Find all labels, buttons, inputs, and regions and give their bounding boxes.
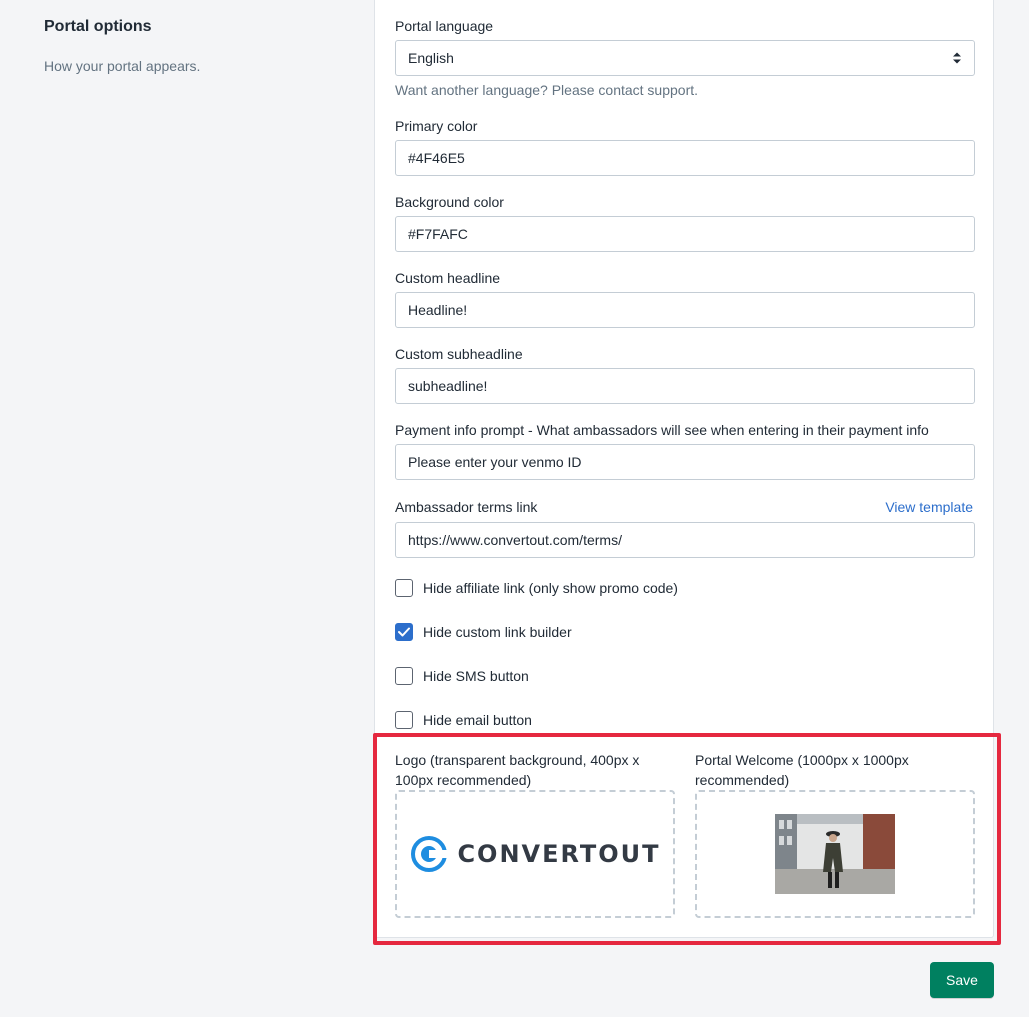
checkbox-unchecked-icon[interactable] (395, 711, 413, 729)
checkbox-unchecked-icon[interactable] (395, 579, 413, 597)
background-color-label: Background color (395, 194, 504, 210)
checkbox-unchecked-icon[interactable] (395, 667, 413, 685)
convertout-logo-icon (411, 836, 450, 872)
payment-prompt-input[interactable] (395, 444, 975, 480)
logo-text: CONVERTOUT (457, 840, 661, 868)
portal-language-label: Portal language (395, 18, 494, 34)
welcome-photo-icon (775, 814, 895, 894)
hide-affiliate-link-checkbox[interactable]: Hide affiliate link (only show promo cod… (395, 579, 678, 597)
checkmark-icon (398, 627, 410, 637)
custom-subheadline-input[interactable] (395, 368, 975, 404)
terms-link-label: Ambassador terms link (395, 499, 538, 515)
payment-prompt-label: Payment info prompt - What ambassadors w… (395, 422, 929, 438)
section-title: Portal options (44, 18, 152, 35)
primary-color-label: Primary color (395, 118, 478, 134)
save-button[interactable]: Save (930, 962, 994, 998)
primary-color-input[interactable] (395, 140, 975, 176)
hide-sms-button-checkbox[interactable]: Hide SMS button (395, 667, 529, 685)
select-arrows-icon (953, 52, 961, 64)
checkbox-label: Hide custom link builder (423, 624, 572, 640)
checkbox-checked-icon[interactable] (395, 623, 413, 641)
portal-options-card: Portal language English Want another lan… (374, 0, 994, 938)
checkbox-label: Hide affiliate link (only show promo cod… (423, 580, 678, 596)
view-template-link[interactable]: View template (885, 498, 973, 516)
terms-link-input[interactable] (395, 522, 975, 558)
convertout-logo: CONVERTOUT (409, 834, 660, 874)
welcome-upload-label: Portal Welcome (1000px x 1000px recommen… (695, 752, 909, 788)
portal-language-value: English (408, 50, 454, 66)
logo-upload-label: Logo (transparent background, 400px x 10… (395, 752, 640, 788)
welcome-image-thumbnail (775, 814, 895, 894)
language-help-text: Want another language? Please contact su… (395, 82, 699, 98)
checkbox-label: Hide email button (423, 712, 532, 728)
logo-dropzone[interactable]: CONVERTOUT (395, 790, 675, 918)
hide-custom-link-builder-checkbox[interactable]: Hide custom link builder (395, 623, 572, 641)
custom-headline-label: Custom headline (395, 270, 501, 286)
custom-headline-input[interactable] (395, 292, 975, 328)
portal-language-select[interactable]: English (395, 40, 975, 76)
section-description: How your portal appears. (44, 58, 201, 74)
background-color-input[interactable] (395, 216, 975, 252)
welcome-image-dropzone[interactable] (695, 790, 975, 918)
checkbox-label: Hide SMS button (423, 668, 529, 684)
custom-subheadline-label: Custom subheadline (395, 346, 523, 362)
hide-email-button-checkbox[interactable]: Hide email button (395, 711, 532, 729)
